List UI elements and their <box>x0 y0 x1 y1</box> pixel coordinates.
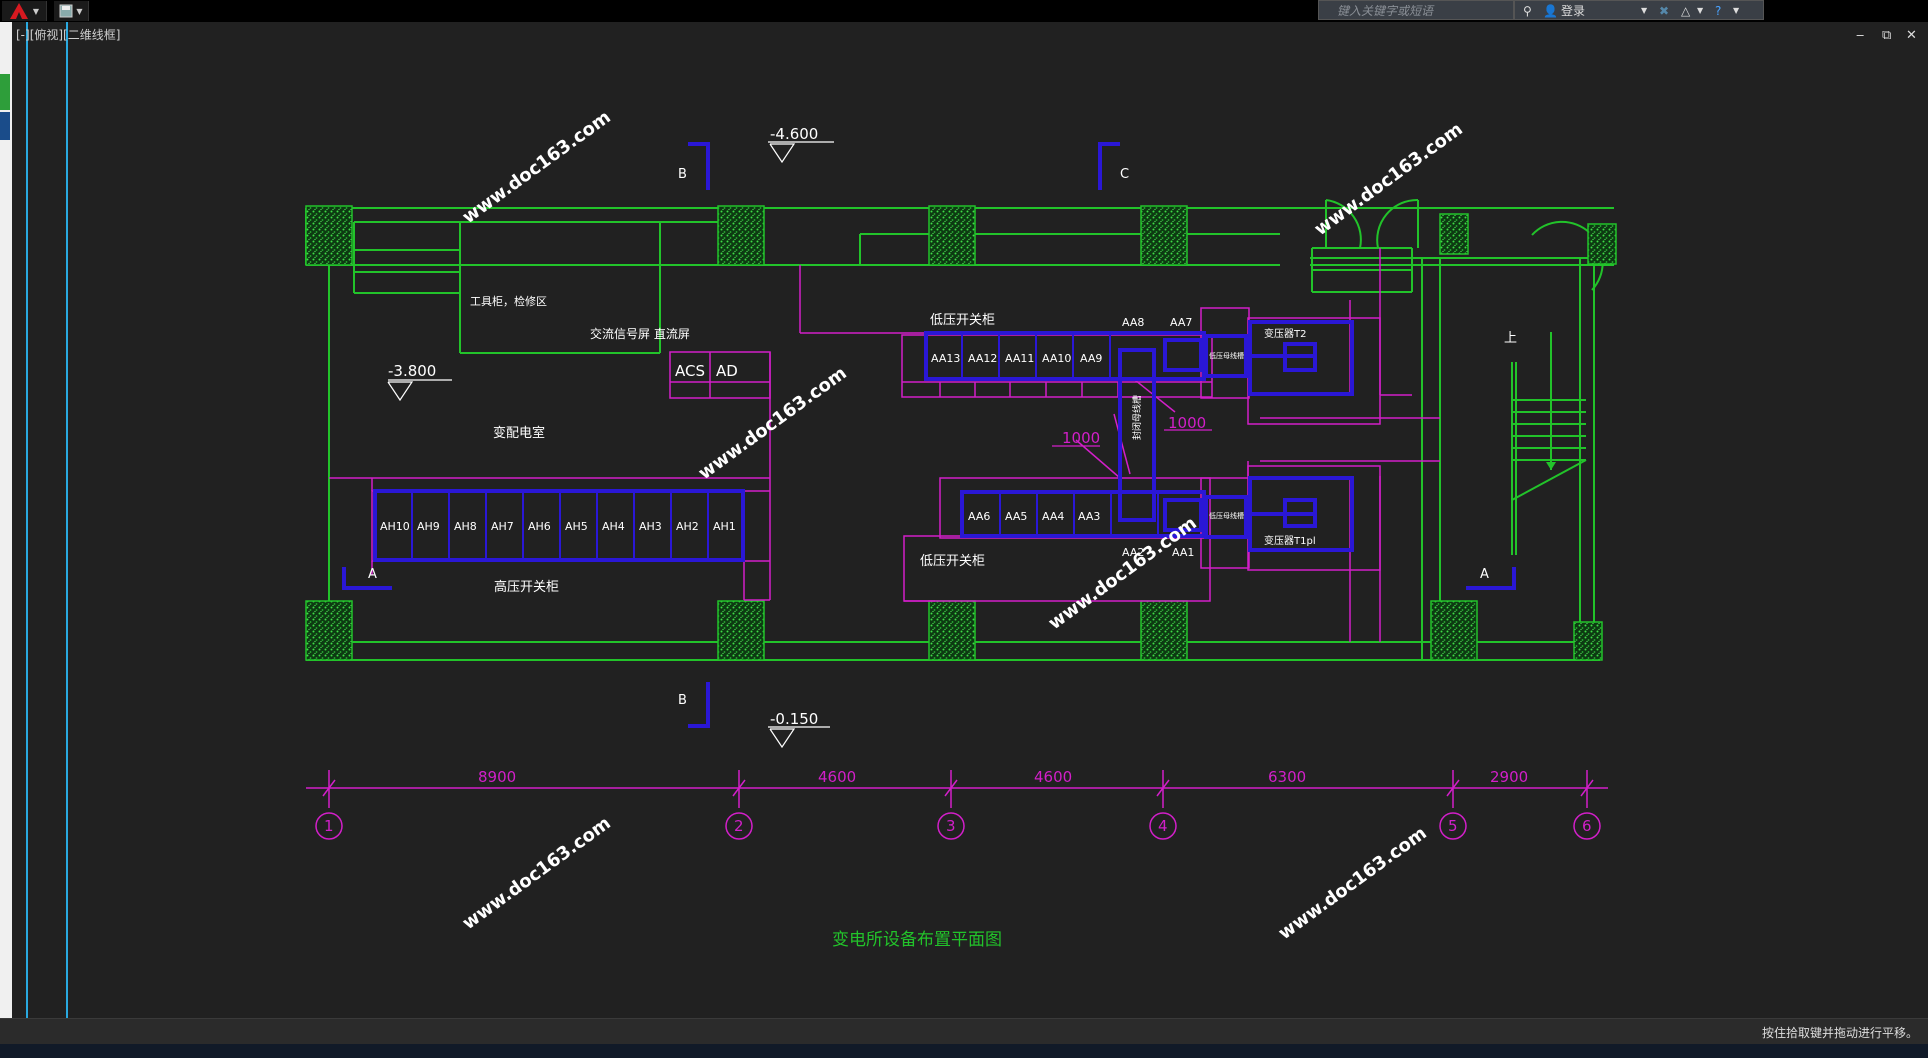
hv-switchgear-label: 高压开关柜 <box>494 579 559 595</box>
toolbar-right: ⚲ 👤 登录 ▼ ✖ △ ▼ ? ▼ <box>1514 0 1764 20</box>
lv-cabinet: AA12 <box>968 352 997 365</box>
axis-label: 3 <box>946 817 956 835</box>
dimension-value: 8900 <box>478 768 516 786</box>
chevron-down-icon: ▼ <box>76 6 83 16</box>
chevron-down-icon[interactable]: ▼ <box>1697 2 1703 20</box>
dimension-value: 2900 <box>1490 768 1528 786</box>
section-a-right: A <box>1480 567 1489 582</box>
drawing-title: 变电所设备布置平面图 <box>832 930 1002 950</box>
room-signal: 交流信号屏 直流屏 <box>590 326 690 341</box>
vertical-busway-label: 封闭母线槽 <box>1131 395 1143 440</box>
lv-switchgear-label-bottom: 低压开关柜 <box>920 554 985 569</box>
viewport-border-line <box>66 22 68 1018</box>
a360-icon[interactable]: △ <box>1681 2 1690 20</box>
signin-button[interactable]: 登录 <box>1561 2 1585 20</box>
dimension-values: 8900 4600 4600 6300 2900 <box>478 768 1528 786</box>
axis-label: 1 <box>324 817 334 835</box>
taskbar <box>0 1044 1928 1058</box>
lv-cabinet: AA10 <box>1042 352 1071 365</box>
dimension-value: 4600 <box>1034 768 1072 786</box>
hv-cabinet-labels: AH10 AH9 AH8 AH7 AH6 AH5 AH4 AH3 AH2 AH1 <box>380 520 736 533</box>
lv-cabinet: AA13 <box>931 352 960 365</box>
axis-label: 6 <box>1582 817 1592 835</box>
binoculars-icon[interactable]: ⚲ <box>1523 2 1532 20</box>
stair-up-label: 上 <box>1504 331 1517 346</box>
save-icon <box>59 4 73 18</box>
lv-cabinet: AA9 <box>1080 352 1102 365</box>
lv-cabinet: AA4 <box>1042 510 1064 523</box>
quick-access-save-button[interactable]: ▼ <box>54 1 89 21</box>
panel-acs: ACS <box>675 362 705 380</box>
transformer-t1-label: 变压器T1pl <box>1264 534 1316 547</box>
hv-cabinet: AH5 <box>565 520 588 533</box>
lv-cabinet-aa7: AA7 <box>1170 316 1192 329</box>
status-bar: 按住拾取键并拖动进行平移。 <box>0 1018 1928 1045</box>
hv-cabinet: AH1 <box>713 520 736 533</box>
lv-cabinet: AA6 <box>968 510 990 523</box>
close-icon[interactable]: ✕ <box>1906 28 1917 43</box>
title-bar: ▼ ▼ ▶ 键入关键字或短语 ⚲ 👤 登录 ▼ ✖ △ ▼ ? ▼ <box>0 0 1928 22</box>
lv-cabinet-aa8: AA8 <box>1122 316 1144 329</box>
hv-cabinet: AH2 <box>676 520 699 533</box>
status-message: 按住拾取键并拖动进行平移。 <box>1761 1026 1918 1040</box>
left-panel-green-tab[interactable] <box>0 74 10 110</box>
application-menu-button[interactable]: ▼ <box>2 1 47 21</box>
restore-icon[interactable]: ⧉ <box>1882 28 1891 43</box>
lv-cabinet: AA5 <box>1005 510 1027 523</box>
hv-cabinet: AH3 <box>639 520 662 533</box>
stair-arrow-icon <box>1546 462 1556 470</box>
watermark: www.doc163.com <box>695 363 851 484</box>
axis-label: 5 <box>1448 817 1458 835</box>
busway-small-bottom-label: 低压母线槽 <box>1209 511 1244 520</box>
help-icon[interactable]: ? <box>1715 2 1721 20</box>
level-bottom: -0.150 <box>770 710 818 728</box>
user-icon[interactable]: 👤 <box>1543 2 1558 20</box>
hv-cabinet: AH9 <box>417 520 440 533</box>
hv-cabinet: AH4 <box>602 520 625 533</box>
exchange-icon[interactable]: ✖ <box>1659 2 1669 20</box>
cad-drawing-canvas[interactable]: -4.600 -3.800 -0.150 B C B A A 工具柜，检修区 交… <box>0 0 1928 1058</box>
hv-cabinet: AH10 <box>380 520 410 533</box>
switchgear-blue <box>373 320 1354 562</box>
viewport-border-line <box>26 22 28 1018</box>
transformer-t2-label: 变压器T2 <box>1264 327 1306 340</box>
search-input[interactable]: 键入关键字或短语 <box>1318 0 1514 20</box>
chevron-down-icon: ▼ <box>32 6 40 16</box>
lv-cabinet: AA3 <box>1078 510 1100 523</box>
busway-dim-left: 1000 <box>1062 429 1100 447</box>
dimension-value: 4600 <box>818 768 856 786</box>
chevron-down-icon[interactable]: ▼ <box>1641 2 1647 20</box>
minimize-icon[interactable]: ‒ <box>1856 28 1864 43</box>
lv-switchgear-label-top: 低压开关柜 <box>930 313 995 328</box>
axis-label: 4 <box>1158 817 1168 835</box>
watermark: www.doc163.com <box>1275 823 1431 944</box>
busway-small-top-label: 低压母线槽 <box>1209 351 1244 360</box>
watermark: www.doc163.com <box>459 107 615 228</box>
viewport-label[interactable]: [-][俯视][二维线框] <box>16 26 120 43</box>
app-logo-icon <box>9 3 28 19</box>
left-panel-strip <box>0 22 12 1022</box>
axis-labels: 1 2 3 4 5 6 <box>324 817 1592 835</box>
level-markers <box>387 141 834 749</box>
level-top: -4.600 <box>770 125 818 143</box>
cabinet-dividers <box>411 333 1159 560</box>
hv-cabinet: AH6 <box>528 520 551 533</box>
lv-cabinet: AA11 <box>1005 352 1034 365</box>
room-distribution: 变配电室 <box>493 425 545 441</box>
section-b-top: B <box>678 167 687 182</box>
section-c-top: C <box>1120 167 1129 182</box>
hv-cabinet: AH7 <box>491 520 514 533</box>
left-panel-blue-tab[interactable] <box>0 112 10 140</box>
dimension-value: 6300 <box>1268 768 1306 786</box>
busway-dim-right: 1000 <box>1168 414 1206 432</box>
chevron-down-icon[interactable]: ▼ <box>1733 2 1739 20</box>
level-left: -3.800 <box>388 362 436 380</box>
watermark: www.doc163.com <box>459 813 615 934</box>
panel-ad: AD <box>716 362 738 380</box>
room-tools: 工具柜，检修区 <box>470 294 547 308</box>
section-a-left: A <box>368 567 377 582</box>
axis-label: 2 <box>734 817 744 835</box>
hv-cabinet: AH8 <box>454 520 477 533</box>
section-b-bottom: B <box>678 693 687 708</box>
